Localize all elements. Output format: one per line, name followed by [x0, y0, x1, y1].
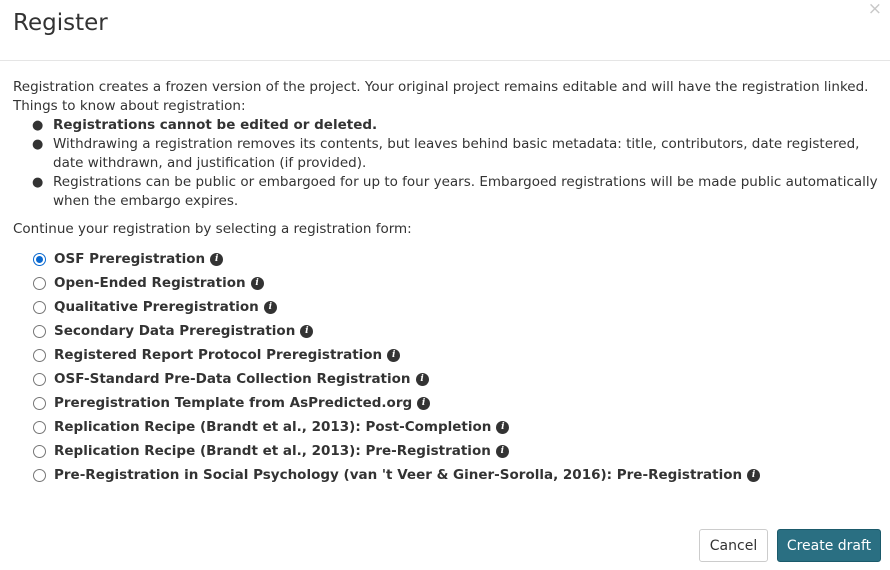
form-option-label[interactable]: Replication Recipe (Brandt et al., 2013)… — [54, 418, 491, 437]
form-option-label[interactable]: Secondary Data Preregistration — [54, 322, 295, 341]
intro-text: Registration creates a frozen version of… — [13, 78, 878, 116]
info-circle-icon[interactable]: i — [495, 444, 509, 458]
info-circle-icon[interactable]: i — [417, 396, 431, 410]
radio-button[interactable] — [33, 324, 46, 338]
intro-line-2: Things to know about registration: — [13, 98, 246, 114]
form-option[interactable]: Replication Recipe (Brandt et al., 2013)… — [13, 439, 878, 463]
modal-header: Register × — [0, 0, 890, 61]
form-option-label[interactable]: Open-Ended Registration — [54, 274, 246, 293]
form-option-label[interactable]: Pre-Registration in Social Psychology (v… — [54, 466, 742, 485]
bullet-icon: ● — [32, 175, 44, 190]
radio-button[interactable] — [33, 252, 46, 266]
form-option[interactable]: Preregistration Template from AsPredicte… — [13, 391, 878, 415]
info-circle-icon[interactable]: i — [210, 252, 224, 266]
form-option-label[interactable]: Qualitative Preregistration — [54, 298, 259, 317]
cancel-button[interactable]: Cancel — [699, 529, 768, 562]
info-circle-icon[interactable]: i — [250, 276, 264, 290]
rule-item: ● Registrations can be public or embargoe… — [32, 173, 878, 211]
form-option[interactable]: OSF Preregistration i — [13, 247, 878, 271]
rule-item: ● Registrations cannot be edited or delet… — [32, 116, 878, 135]
form-option[interactable]: Pre-Registration in Social Psychology (v… — [13, 463, 878, 487]
info-circle-icon[interactable]: i — [415, 372, 429, 386]
rule-item: ● Withdrawing a registration removes its … — [32, 135, 878, 173]
radio-button[interactable] — [33, 420, 46, 434]
info-circle-icon[interactable]: i — [496, 420, 510, 434]
info-circle-icon[interactable]: i — [387, 348, 401, 362]
form-option[interactable]: Qualitative Preregistration i — [13, 295, 878, 319]
form-option[interactable]: Open-Ended Registration i — [13, 271, 878, 295]
close-icon[interactable]: × — [868, 0, 882, 18]
radio-button[interactable] — [33, 348, 46, 362]
form-option-label[interactable]: OSF Preregistration — [54, 250, 205, 269]
form-option[interactable]: Secondary Data Preregistration i — [13, 319, 878, 343]
register-modal: Register × Registration creates a frozen… — [0, 0, 890, 570]
continue-text: Continue your registration by selecting … — [13, 221, 412, 237]
modal-title: Register — [13, 10, 108, 36]
create-draft-button[interactable]: Create draft — [777, 529, 881, 562]
rule-text: Registrations cannot be edited or delete… — [53, 117, 378, 133]
rule-text: Withdrawing a registration removes its c… — [53, 136, 860, 171]
form-option-label[interactable]: Replication Recipe (Brandt et al., 2013)… — [54, 442, 491, 461]
form-option-label[interactable]: Registered Report Protocol Preregistrati… — [54, 346, 382, 365]
intro-line-1: Registration creates a frozen version of… — [13, 79, 869, 95]
form-option[interactable]: OSF-Standard Pre-Data Collection Registr… — [13, 367, 878, 391]
radio-button[interactable] — [33, 372, 46, 386]
radio-button[interactable] — [33, 444, 46, 458]
form-option[interactable]: Replication Recipe (Brandt et al., 2013)… — [13, 415, 878, 439]
form-option-label[interactable]: Preregistration Template from AsPredicte… — [54, 394, 412, 413]
radio-button[interactable] — [33, 468, 46, 482]
registration-form-options: OSF Preregistration i Open-Ended Registra… — [13, 247, 878, 487]
radio-button[interactable] — [33, 276, 46, 290]
form-option-label[interactable]: OSF-Standard Pre-Data Collection Registr… — [54, 370, 411, 389]
radio-button[interactable] — [33, 300, 46, 314]
registration-rules-list: ● Registrations cannot be edited or delet… — [13, 116, 878, 211]
rule-text: Registrations can be public or embargoed… — [53, 174, 878, 209]
bullet-icon: ● — [32, 137, 44, 152]
info-circle-icon[interactable]: i — [747, 468, 761, 482]
bullet-icon: ● — [32, 118, 44, 133]
radio-button[interactable] — [33, 396, 46, 410]
info-circle-icon[interactable]: i — [300, 324, 314, 338]
info-circle-icon[interactable]: i — [263, 300, 277, 314]
modal-body: Registration creates a frozen version of… — [13, 78, 878, 487]
form-option[interactable]: Registered Report Protocol Preregistrati… — [13, 343, 878, 367]
